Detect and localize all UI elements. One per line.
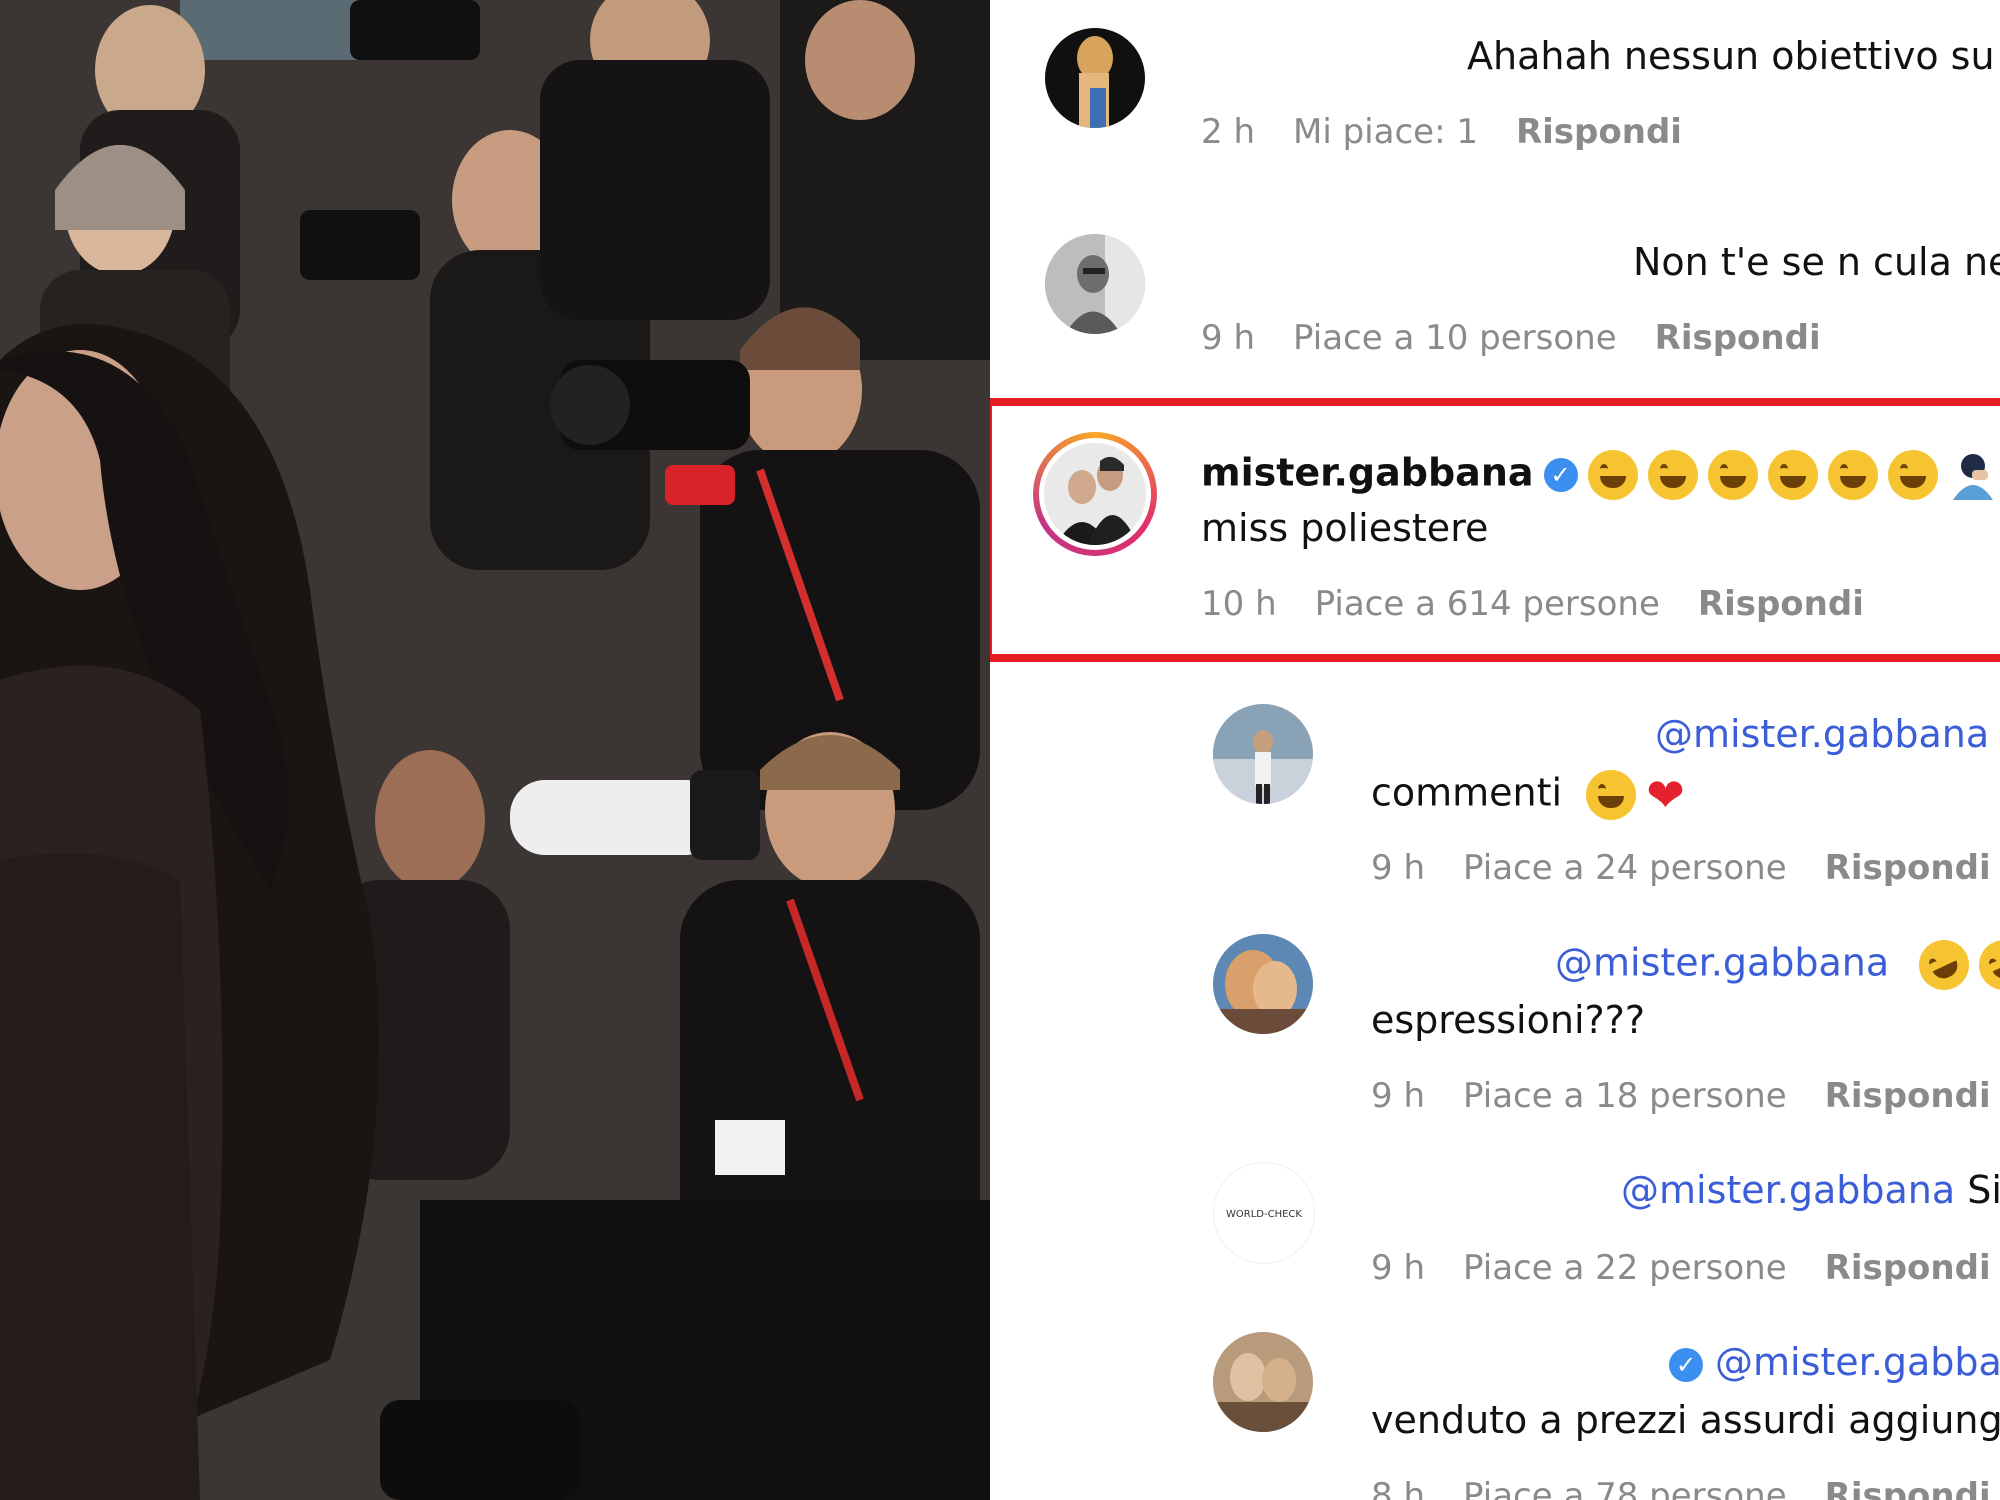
avatar[interactable] — [1213, 1332, 1313, 1432]
comment-time: 9 h — [1201, 318, 1255, 358]
reply-button[interactable]: Rispondi — [1825, 1076, 1991, 1116]
avatar-story-ring[interactable] — [1033, 432, 1157, 556]
mention-link[interactable]: @mister.gabbana — [1621, 1168, 1955, 1212]
comments-panel: Ahahah nessun obiettivo su 2 h Mi piace:… — [990, 0, 2000, 1500]
reply-meta: 8 h Piace a 78 persone Rispondi — [1371, 1476, 1991, 1500]
mention-link[interactable]: @mister.gabbana — [1555, 941, 1889, 985]
avatar[interactable]: WORLD-CHECK — [1213, 1162, 1315, 1264]
reply-time: 9 h — [1371, 848, 1425, 888]
reply-meta: 9 h Piace a 22 persone Rispondi — [1371, 1248, 1991, 1288]
laughing-emoji-icon — [1707, 450, 1758, 500]
comment-meta: 9 h Piace a 10 persone Rispondi — [1201, 318, 1821, 358]
avatar[interactable] — [1213, 704, 1313, 804]
reply-time: 8 h — [1371, 1476, 1425, 1500]
laughing-emoji-icon — [1887, 450, 1938, 500]
reply-button[interactable]: Rispondi — [1655, 318, 1821, 358]
avatar-image — [1213, 704, 1313, 804]
laughing-emoji-icon — [1647, 450, 1698, 500]
reply-likes[interactable]: Piace a 18 persone — [1463, 1076, 1787, 1116]
avatar-image — [1213, 1332, 1313, 1432]
laughing-emoji-icon — [1827, 450, 1878, 500]
comment-time: 2 h — [1201, 112, 1255, 152]
laughing-emoji-icon — [1587, 450, 1638, 500]
comment-meta: 10 h Piace a 614 persone Rispondi — [1201, 584, 1864, 624]
person-facepalm-emoji-icon — [1948, 450, 1998, 500]
heart-emoji-icon: ❤ — [1646, 768, 1685, 822]
photo-illustration — [0, 0, 990, 1500]
reply-button[interactable]: Rispondi — [1516, 112, 1682, 152]
reply-mention-line: @mister.gabbana — [1655, 712, 1989, 756]
username[interactable]: mister.gabbana — [1201, 451, 1534, 495]
avatar-image: WORLD-CHECK — [1214, 1163, 1314, 1263]
reply-mention-line: ✓ @mister.gabba — [1669, 1340, 2000, 1384]
reply-button[interactable]: Rispondi — [1825, 1248, 1991, 1288]
reply-mention-line: @mister.gabbana Si — [1621, 1168, 2000, 1212]
reply-time: 9 h — [1371, 1076, 1425, 1116]
rolling-laughing-emoji-icon — [1911, 931, 1978, 999]
reply-meta: 9 h Piace a 24 persone Rispondi — [1371, 848, 1991, 888]
laughing-emoji-icon — [1586, 770, 1637, 820]
reply-button[interactable]: Rispondi — [1698, 584, 1864, 624]
avatar-image — [1045, 234, 1145, 334]
comment-likes[interactable]: Mi piace: 1 — [1293, 112, 1478, 152]
laughing-emoji-icon — [1767, 450, 1818, 500]
reply-likes[interactable]: Piace a 78 persone — [1463, 1476, 1787, 1500]
avatar[interactable] — [1045, 28, 1145, 128]
comment-text: miss poliestere — [1201, 506, 1489, 550]
verified-badge-icon: ✓ — [1543, 458, 1578, 492]
avatar-image — [1044, 443, 1146, 545]
verified-badge-icon: ✓ — [1669, 1347, 1703, 1382]
mention-link[interactable]: @mister.gabbana — [1655, 712, 1989, 756]
reply-text: espressioni??? — [1371, 998, 1646, 1042]
comment-likes[interactable]: Piace a 10 persone — [1293, 318, 1617, 358]
avatar-image — [1213, 934, 1313, 1034]
reply-button[interactable]: Rispondi — [1825, 848, 1991, 888]
avatar-logo-text: WORLD-CHECK — [1226, 1209, 1302, 1220]
reply-button[interactable]: Rispondi — [1825, 1476, 1991, 1500]
reply-text: venduto a prezzi assurdi aggiung — [1371, 1398, 2000, 1442]
comment-time: 10 h — [1201, 584, 1277, 624]
avatar-image — [1045, 28, 1145, 128]
reply-time: 9 h — [1371, 1248, 1425, 1288]
reply-likes[interactable]: Piace a 22 persone — [1463, 1248, 1787, 1288]
comment-meta: 2 h Mi piace: 1 Rispondi — [1201, 112, 1682, 152]
avatar[interactable] — [1045, 234, 1145, 334]
avatar — [1044, 443, 1146, 545]
comment-text: Non t'e se n cula ne — [1633, 240, 2000, 284]
mention-link[interactable]: @mister.gabba — [1715, 1340, 2000, 1384]
comment-header: mister.gabbana ✓ — [1201, 450, 1998, 500]
reply-text: Si — [1967, 1168, 2000, 1212]
avatar[interactable] — [1213, 934, 1313, 1034]
reply-mention-line: @mister.gabbana — [1555, 931, 2000, 999]
rolling-laughing-emoji-icon — [1971, 931, 2000, 999]
reply-likes[interactable]: Piace a 24 persone — [1463, 848, 1787, 888]
reply-text: commenti — [1371, 770, 1563, 815]
red-carpet-photo — [0, 0, 990, 1500]
comment-likes[interactable]: Piace a 614 persone — [1315, 584, 1660, 624]
reply-meta: 9 h Piace a 18 persone Rispondi — [1371, 1076, 1991, 1116]
comment-text: Ahahah nessun obiettivo su — [1467, 34, 1995, 78]
reply-text-line: commenti ❤ — [1371, 768, 1685, 822]
